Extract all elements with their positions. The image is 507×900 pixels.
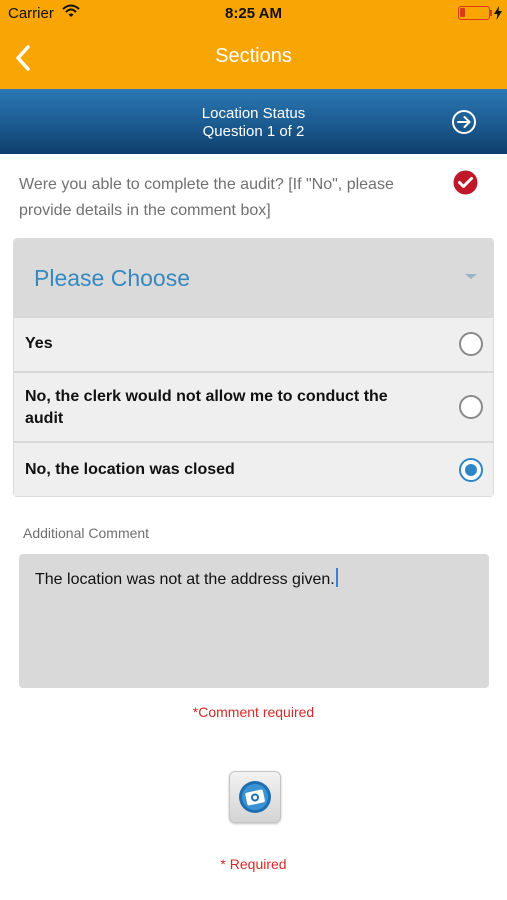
option-clerk-refused[interactable]: No, the clerk would not allow me to cond… (14, 371, 493, 441)
navigation-bar: Sections (0, 28, 507, 89)
option-label: Yes (25, 335, 53, 352)
check-circle-icon (453, 170, 478, 195)
status-bar: Carrier 8:25 AM (0, 0, 507, 28)
option-label: No, the location was closed (25, 461, 235, 478)
battery-icon (458, 6, 490, 20)
option-location-closed[interactable]: No, the location was closed (14, 441, 493, 496)
choose-placeholder: Please Choose (34, 265, 190, 291)
answer-choice-card: Please Choose Yes No, the clerk would no… (13, 238, 494, 497)
status-time: 8:25 AM (225, 5, 282, 22)
section-name: Location Status (201, 105, 306, 122)
required-note: * Required (220, 856, 287, 872)
option-label: No, the clerk would not allow me to cond… (25, 388, 388, 427)
arrow-right-circle-icon (452, 110, 476, 134)
nav-title: Sections (215, 45, 292, 67)
radio-button[interactable] (459, 332, 483, 356)
charging-bolt-icon (494, 6, 502, 20)
comment-text: The location was not at the address give… (35, 571, 335, 588)
battery-tip (490, 10, 492, 16)
radio-button[interactable] (459, 395, 483, 419)
question-header: Location Status Question 1 of 2 (0, 89, 507, 154)
option-yes[interactable]: Yes (14, 316, 493, 371)
comment-label: Additional Comment (23, 525, 150, 541)
choose-dropdown[interactable]: Please Choose (14, 239, 493, 316)
next-question-button[interactable] (451, 109, 477, 135)
question-counter: Question 1 of 2 (202, 123, 305, 140)
dropdown-arrow-icon (465, 274, 477, 279)
comment-textarea[interactable]: The location was not at the address give… (19, 554, 489, 688)
camera-icon (239, 781, 271, 813)
question-text: Were you able to complete the audit? [If… (19, 176, 394, 219)
camera-button[interactable] (229, 771, 281, 823)
text-caret (335, 568, 338, 587)
comment-required-note: *Comment required (192, 704, 315, 720)
radio-button-selected[interactable] (459, 458, 483, 482)
